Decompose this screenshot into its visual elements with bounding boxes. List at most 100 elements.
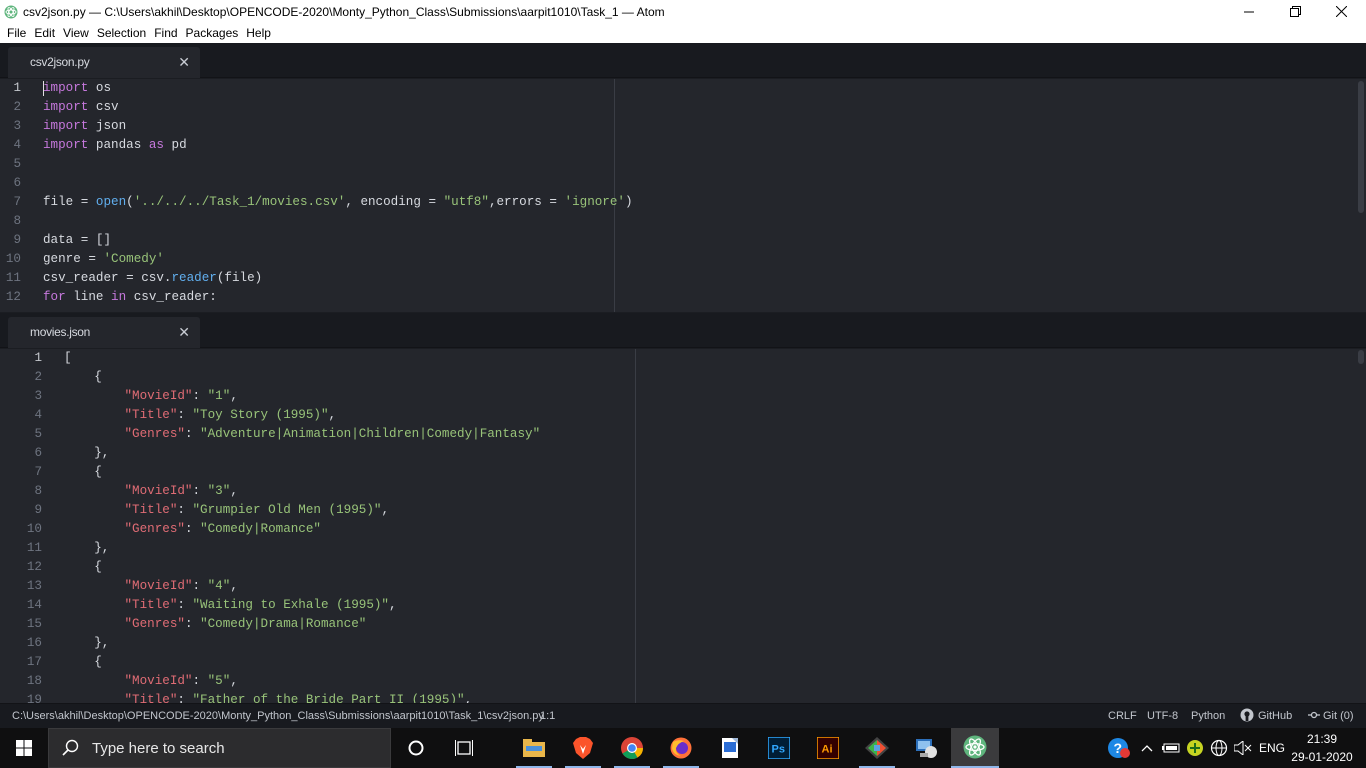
- battery-tray-button[interactable]: [1160, 728, 1182, 768]
- minimize-button[interactable]: [1226, 0, 1272, 23]
- close-button[interactable]: [1318, 0, 1364, 23]
- task-view-button[interactable]: [440, 728, 488, 768]
- code-token: ,: [328, 408, 337, 422]
- start-button[interactable]: [0, 728, 48, 768]
- vertical-scrollbar[interactable]: [1356, 349, 1366, 703]
- brave-icon: [573, 737, 593, 759]
- status-encoding[interactable]: UTF-8: [1147, 710, 1178, 722]
- line-number: 17: [26, 655, 42, 669]
- word-file-icon: [722, 738, 738, 758]
- line-code: {: [64, 463, 102, 482]
- vertical-scrollbar[interactable]: [1356, 79, 1366, 312]
- line-code: import pandas as pd: [43, 136, 187, 155]
- menu-view[interactable]: View: [59, 23, 93, 43]
- menu-edit[interactable]: Edit: [30, 23, 59, 43]
- status-grammar[interactable]: Python: [1191, 710, 1225, 722]
- maximize-button[interactable]: [1272, 0, 1318, 23]
- illustrator-icon: Ai: [817, 737, 839, 759]
- line-number: 6: [34, 446, 42, 460]
- code-token: 'Comedy': [103, 252, 164, 266]
- code-token: , encoding =: [345, 195, 444, 209]
- status-github[interactable]: GitHub: [1258, 710, 1292, 722]
- taskbar-illustrator[interactable]: Ai: [804, 728, 852, 768]
- speaker-muted-icon: [1234, 741, 1252, 755]
- line-code: import json: [43, 117, 126, 136]
- line-code: "Genres": "Adventure|Animation|Children|…: [64, 425, 540, 444]
- menu-packages[interactable]: Packages: [182, 23, 243, 43]
- line-code: },: [64, 444, 109, 463]
- code-token: data = []: [43, 233, 112, 247]
- taskbar-network-app[interactable]: [902, 728, 950, 768]
- line-number: 19: [26, 693, 42, 703]
- code-line: 9 "Title": "Grumpier Old Men (1995)",: [0, 501, 1340, 520]
- code-line: 7 {: [0, 463, 1340, 482]
- line-number: 2: [13, 100, 21, 114]
- status-line-ending[interactable]: CRLF: [1108, 710, 1137, 722]
- input-language-button[interactable]: ENG: [1256, 728, 1288, 768]
- code-line: 7 file = open('../../../Task_1/movies.csv…: [0, 193, 1340, 212]
- tab-close-icon[interactable]: ✕: [178, 324, 190, 341]
- code-token: },: [64, 636, 110, 650]
- menu-find[interactable]: Find: [150, 23, 181, 43]
- line-number: 15: [26, 617, 42, 631]
- code-line: 6: [0, 174, 1340, 193]
- tab-movies-json[interactable]: movies.json ✕: [8, 317, 200, 348]
- taskbar-chrome[interactable]: [608, 728, 656, 768]
- code-token: "Title": [124, 408, 178, 422]
- help-tray-button[interactable]: ?: [1106, 728, 1132, 768]
- line-number: 16: [26, 636, 42, 650]
- volume-tray-button[interactable]: [1232, 728, 1254, 768]
- clock-date: 29-01-2020: [1291, 750, 1353, 764]
- menu-file[interactable]: File: [3, 23, 30, 43]
- status-cursor-position[interactable]: 1:1: [540, 710, 555, 722]
- taskbar-search-box[interactable]: Type here to search: [48, 728, 391, 768]
- code-line: 3 "MovieId": "1",: [0, 387, 1340, 406]
- taskbar-photoshop[interactable]: Ps: [755, 728, 803, 768]
- taskbar-brave[interactable]: [559, 728, 607, 768]
- taskbar-atom[interactable]: [951, 728, 999, 768]
- code-token: ,: [464, 693, 473, 703]
- status-git[interactable]: Git (0): [1323, 710, 1354, 722]
- cortana-button[interactable]: [392, 728, 440, 768]
- line-code: {: [64, 368, 102, 387]
- code-token: os: [88, 81, 112, 95]
- code-line: 8: [0, 212, 1340, 231]
- taskbar-document[interactable]: [706, 728, 754, 768]
- code-token: "Father of the Bride Part II (1995)": [192, 693, 465, 703]
- menu-selection[interactable]: Selection: [93, 23, 150, 43]
- code-editor-movies-json[interactable]: 1[2 {3 "MovieId": "1", 4 "Title": "Toy St…: [0, 349, 1366, 703]
- power-tray-button[interactable]: [1184, 728, 1206, 768]
- line-number: 14: [26, 598, 42, 612]
- tab-csv2json[interactable]: csv2json.py ✕: [8, 47, 200, 78]
- line-code: "Genres": "Comedy|Drama|Romance": [64, 615, 366, 634]
- line-number: 5: [13, 157, 21, 171]
- code-editor-csv2json[interactable]: 1 import os 2 import csv 3 import json 4 import…: [0, 79, 1366, 312]
- network-tray-button[interactable]: [1208, 728, 1230, 768]
- code-line: 14 "Title": "Waiting to Exhale (1995)",: [0, 596, 1340, 615]
- code-token: {: [64, 560, 102, 574]
- code-line: 9 data = []: [0, 231, 1340, 250]
- line-code: "Title": "Grumpier Old Men (1995)",: [64, 501, 389, 520]
- scrollbar-thumb[interactable]: [1358, 350, 1364, 364]
- line-number: 8: [34, 484, 42, 498]
- line-code: {: [64, 558, 102, 577]
- taskbar-clock[interactable]: 21:39 29-01-2020: [1290, 730, 1354, 766]
- menu-help[interactable]: Help: [242, 23, 275, 43]
- tab-close-icon[interactable]: ✕: [178, 54, 190, 71]
- taskbar-file-explorer[interactable]: [510, 728, 558, 768]
- line-number: 11: [26, 541, 42, 555]
- code-line: 1 import os: [0, 79, 1340, 98]
- code-token: ,: [230, 674, 238, 688]
- code-line: 10 "Genres": "Comedy|Romance": [0, 520, 1340, 539]
- show-hidden-icons-button[interactable]: [1138, 728, 1156, 768]
- taskbar-firefox[interactable]: [657, 728, 705, 768]
- line-code: "Genres": "Comedy|Romance": [64, 520, 321, 539]
- scrollbar-thumb[interactable]: [1358, 81, 1364, 213]
- taskbar-git-gui[interactable]: [853, 728, 901, 768]
- code-token: "Waiting to Exhale (1995)": [192, 598, 390, 612]
- code-token: "utf8": [443, 195, 489, 209]
- status-file-path[interactable]: C:\Users\akhil\Desktop\OPENCODE-2020\Mon…: [12, 710, 544, 722]
